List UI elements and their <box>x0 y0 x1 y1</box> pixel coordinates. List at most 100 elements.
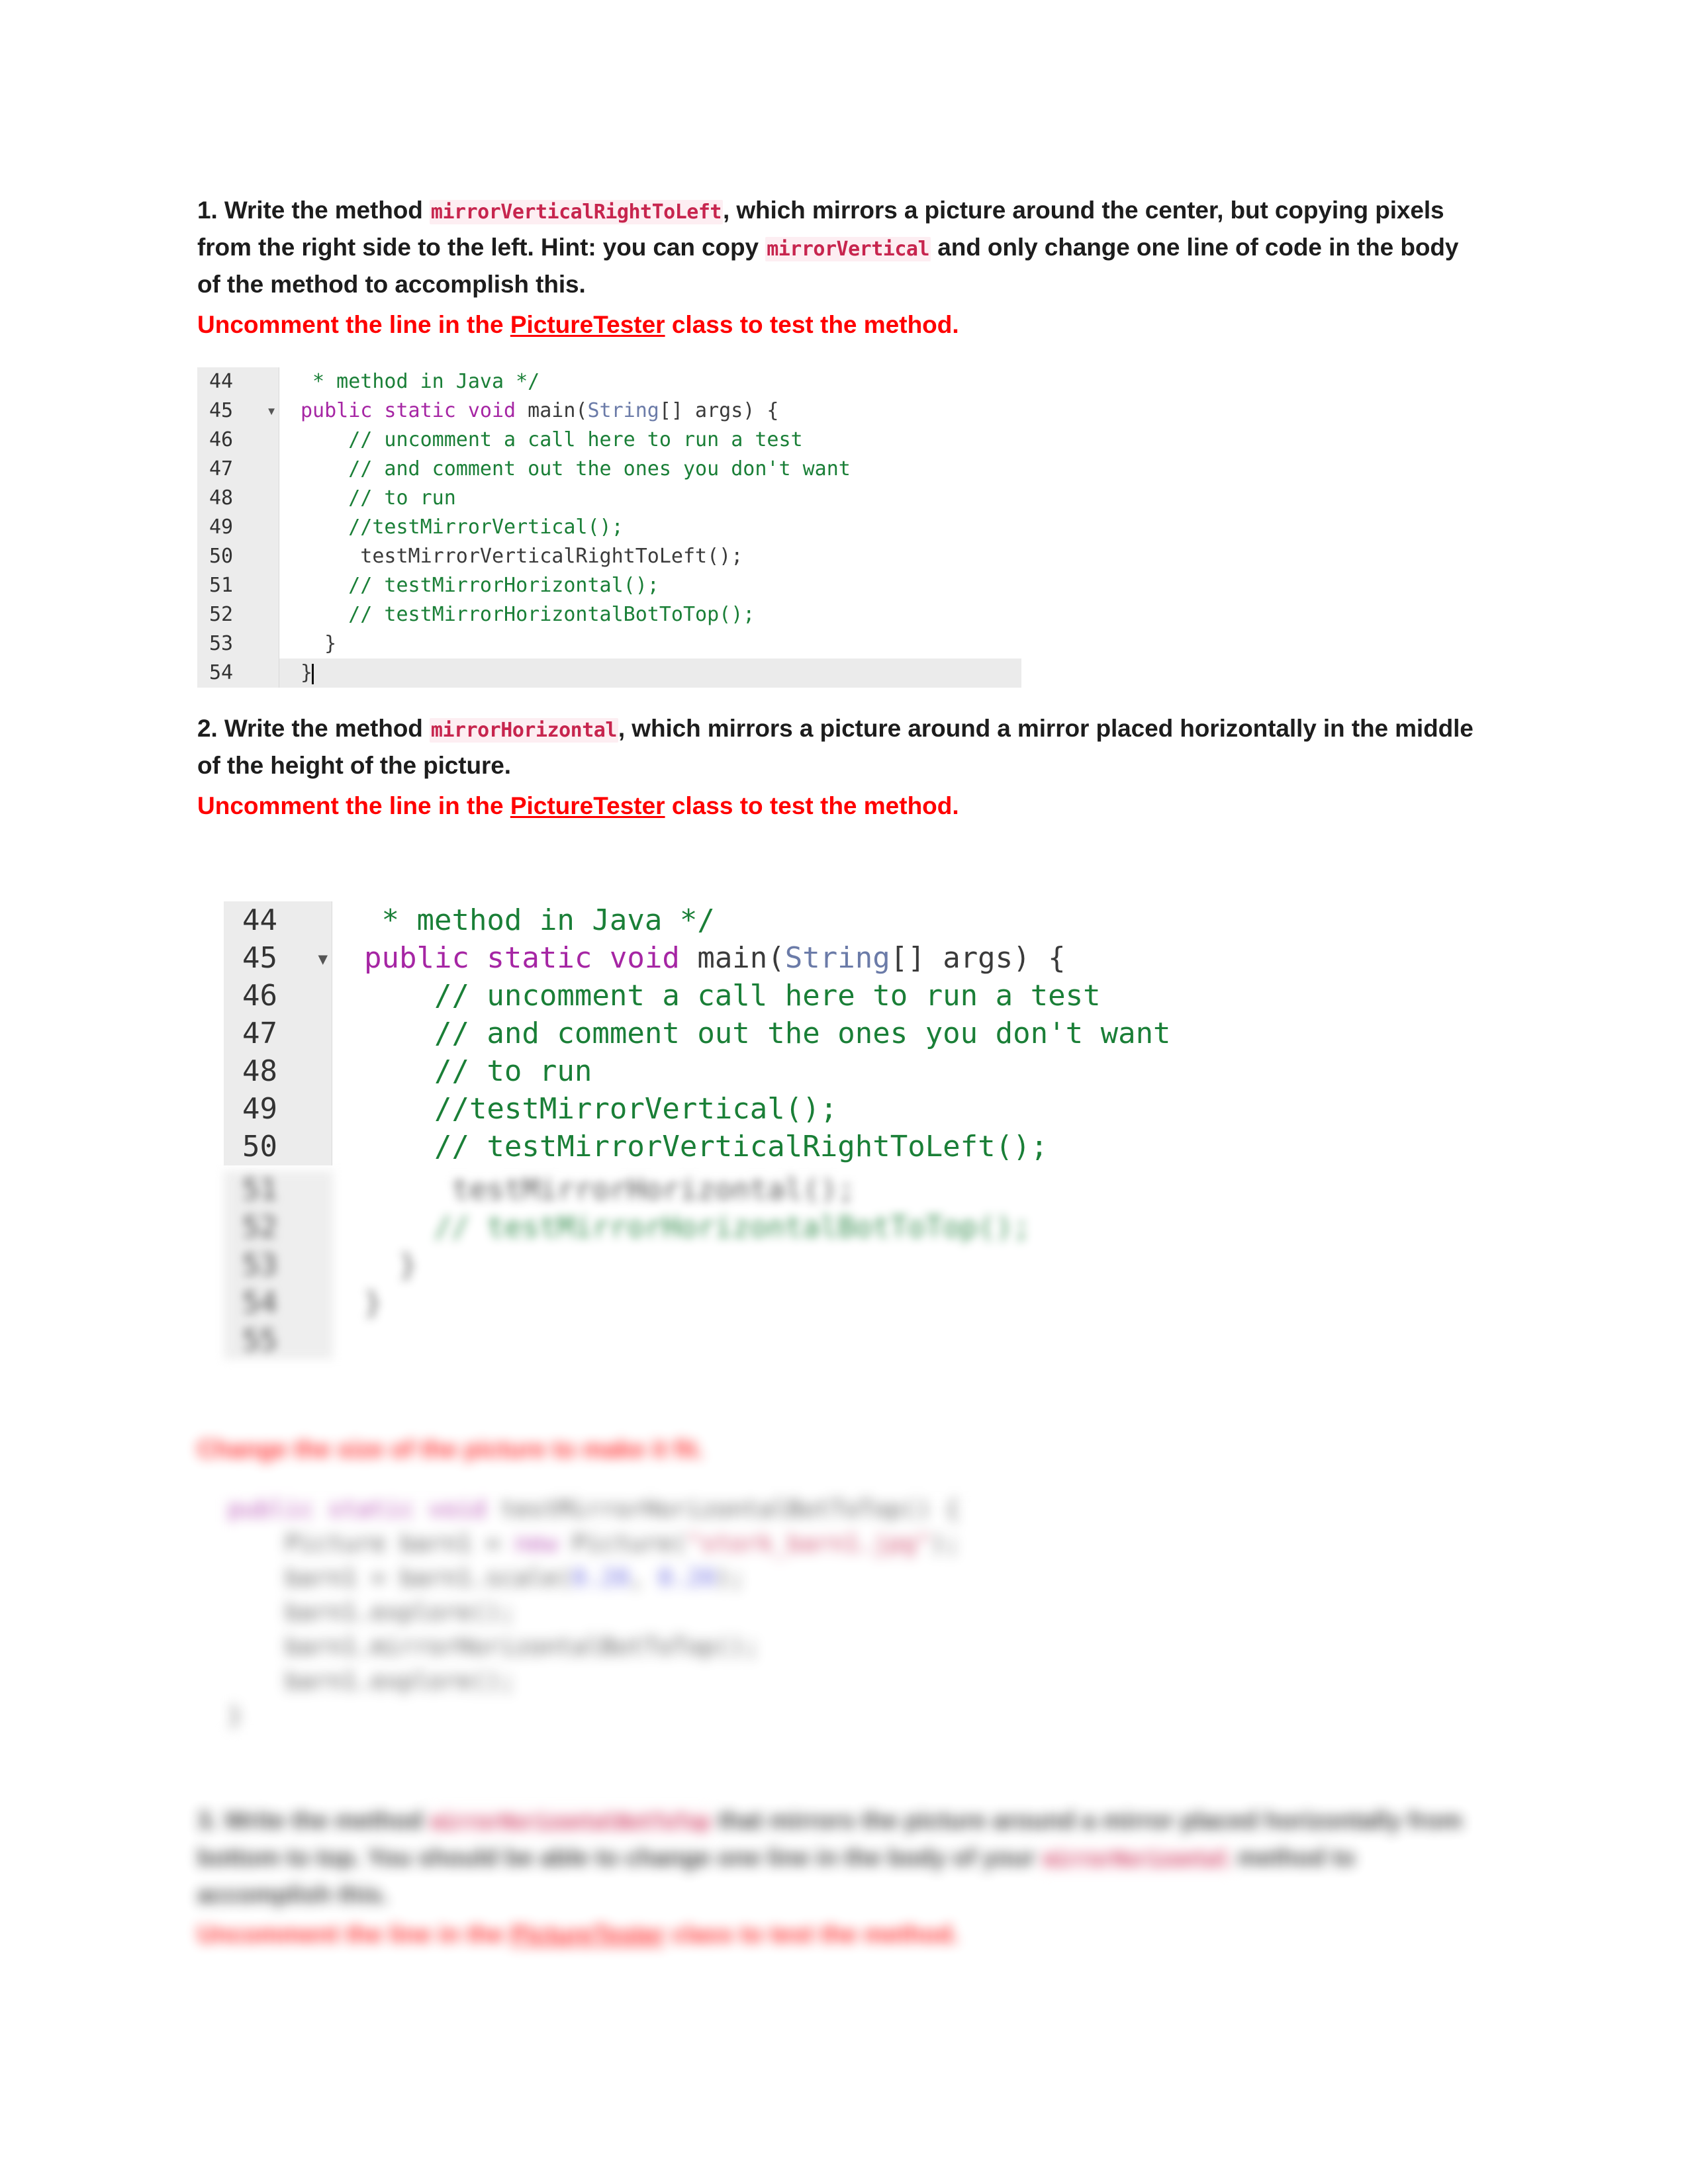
code-fold-chevron-down-icon[interactable]: ▼ <box>318 951 328 967</box>
line-number: 44 <box>224 901 332 940</box>
item-1-number: 1. <box>197 197 224 224</box>
code-line[interactable]: 54} <box>197 659 1021 688</box>
line-number: 47 <box>224 1015 332 1053</box>
line-number: 55 <box>224 1322 332 1360</box>
line-number: 47 <box>197 455 279 484</box>
indent-guide <box>332 1090 347 1128</box>
uncomment-note-2-before: Uncomment the line in the <box>197 792 510 819</box>
code-token: testMirrorHorizontalBotToTop() { <box>500 1495 960 1523</box>
code-line-text: } <box>289 659 1021 688</box>
code-line-text: barn1.mirrorHorizontalBotToTop(); <box>228 1630 1393 1664</box>
indent-guide <box>279 426 289 455</box>
code-line-text: // testMirrorHorizontalBotToTop(); <box>347 1208 1349 1246</box>
code-token: 0.20 <box>572 1564 630 1592</box>
code-line[interactable]: 45 ▼ public static void main(String[] args… <box>197 396 1021 426</box>
code-line[interactable]: 48 // to run <box>197 484 1021 514</box>
code-line-text: // uncomment a call here to run a test <box>289 426 1021 455</box>
code-token: new <box>514 1529 573 1557</box>
code-line[interactable]: 44 * method in Java */ <box>197 367 1021 397</box>
picture-tester-link-1[interactable]: PictureTester <box>510 311 665 338</box>
code-line[interactable]: 50 // testMirrorVerticalRightToLeft(); <box>224 1128 1349 1166</box>
code-line[interactable]: 51 // testMirrorHorizontal(); <box>197 571 1021 601</box>
code-line[interactable]: 49 //testMirrorVertical(); <box>197 513 1021 543</box>
indent-guide <box>279 396 289 426</box>
code-line[interactable]: 47 // and comment out the ones you don't… <box>197 455 1021 484</box>
blurred-region-resize-note: Change the size of the picture to make i… <box>197 1431 1475 1468</box>
code-token: } <box>228 1702 242 1729</box>
code-line[interactable]: 46 // uncomment a call here to run a tes… <box>197 426 1021 455</box>
code-line-text: // uncomment a call here to run a test <box>347 977 1349 1015</box>
code-token: , <box>629 1564 659 1592</box>
uncomment-note-2: Uncomment the line in the PictureTester … <box>197 788 1475 825</box>
code-token: // uncomment a call here to run a test <box>301 428 803 452</box>
code-line[interactable]: 54} <box>224 1284 1349 1322</box>
code-token: main( <box>528 399 588 423</box>
indent-guide <box>332 1015 347 1053</box>
code-line[interactable]: barn1.mirrorHorizontalBotToTop(); <box>228 1630 1393 1664</box>
picture-tester-link-3[interactable]: PictureTester <box>510 1921 665 1948</box>
indent-guide <box>332 939 347 978</box>
code-block-picture-tester-main-continued[interactable]: 51 testMirrorHorizontal(); 52 // testMirr… <box>224 1171 1349 1360</box>
indent-guide <box>279 455 289 484</box>
code-line[interactable]: 45 ▼ public static void main(String[] args… <box>224 939 1349 978</box>
code-token: testMirrorHorizontal(); <box>364 1173 855 1207</box>
code-line[interactable]: Picture barn1 = new Picture("stork_barn1… <box>228 1527 1393 1561</box>
code-line[interactable]: barn1.explore(); <box>228 1664 1393 1699</box>
code-block-picture-tester-main[interactable]: 44 * method in Java */45 ▼ public static v… <box>197 367 1021 688</box>
code-line[interactable]: 46 // uncomment a call here to run a tes… <box>224 977 1349 1015</box>
code-token: public static void <box>364 941 698 976</box>
line-number: 51 <box>197 571 279 601</box>
line-number: 44 <box>197 367 279 397</box>
code-line[interactable]: 48 // to run <box>224 1052 1349 1091</box>
line-number: 54 <box>224 1284 332 1322</box>
blurred-region-upper: 51 testMirrorHorizontal(); 52 // testMirr… <box>197 1171 1475 1360</box>
code-line[interactable]: barn1.explore(); <box>228 1596 1393 1630</box>
line-number: 49 <box>197 513 279 543</box>
code-line[interactable]: public static void testMirrorHorizontalB… <box>228 1492 1393 1527</box>
code-token: // testMirrorHorizontal(); <box>301 574 659 598</box>
indent-guide <box>332 1052 347 1091</box>
code-line[interactable]: } <box>228 1699 1393 1733</box>
code-token: // to run <box>364 1054 592 1089</box>
picture-tester-link-2[interactable]: PictureTester <box>510 792 665 819</box>
code-line[interactable]: 44 * method in Java */ <box>224 901 1349 940</box>
code-token: Picture( <box>572 1529 687 1557</box>
code-line[interactable]: 53 } <box>224 1246 1349 1285</box>
indent-guide <box>279 542 289 572</box>
code-fold-chevron-down-icon[interactable]: ▼ <box>268 406 275 418</box>
resize-picture-note: Change the size of the picture to make i… <box>197 1435 704 1463</box>
uncomment-note-3-after: class to test the method. <box>665 1921 959 1948</box>
code-block-picture-tester-main-zoomed[interactable]: 44 * method in Java */45 ▼ public static v… <box>224 901 1349 1166</box>
indent-guide <box>279 513 289 543</box>
line-number: 53 <box>224 1246 332 1285</box>
code-line-text: testMirrorVerticalRightToLeft(); <box>289 542 1021 571</box>
code-line[interactable]: 53 } <box>197 629 1021 659</box>
code-line[interactable]: barn1 = barn1.scale(0.20, 0.20); <box>228 1561 1393 1596</box>
line-number: 46 <box>197 426 279 455</box>
code-line[interactable]: 52 // testMirrorHorizontalBotToTop(); <box>197 600 1021 630</box>
code-line[interactable]: 49 //testMirrorVertical(); <box>224 1090 1349 1128</box>
code-token: } <box>364 1248 417 1283</box>
code-line[interactable]: 52 // testMirrorHorizontalBotToTop(); <box>224 1208 1349 1247</box>
code-line[interactable]: 50 testMirrorVerticalRightToLeft(); <box>197 542 1021 572</box>
inline-code-mirror-horizontal: mirrorHorizontal <box>429 718 618 743</box>
code-line-text: public static void testMirrorHorizontalB… <box>228 1492 1393 1527</box>
code-token: ); <box>931 1529 960 1557</box>
code-line[interactable]: 51 testMirrorHorizontal(); <box>224 1171 1349 1209</box>
code-token: 0.20 <box>658 1564 716 1592</box>
code-line[interactable]: 47 // and comment out the ones you don't… <box>224 1015 1349 1053</box>
code-line[interactable]: 55 <box>224 1322 1349 1360</box>
line-number: 45 ▼ <box>224 939 332 978</box>
document-content: 1. Write the method mirrorVerticalRightT… <box>197 192 1475 1978</box>
inline-code-mirror-vertical: mirrorVertical <box>765 237 931 262</box>
code-token: barn1.mirrorHorizontalBotToTop(); <box>228 1633 759 1661</box>
code-token: * method in Java */ <box>364 903 715 938</box>
line-number: 52 <box>197 600 279 630</box>
code-block-test-mirror-horizontal-bot-to-top[interactable]: public static void testMirrorHorizontalB… <box>228 1492 1393 1733</box>
code-token: public static void <box>228 1495 500 1523</box>
blurred-region-method-code: public static void testMirrorHorizontalB… <box>197 1492 1475 1733</box>
code-token: [] args) { <box>890 941 1066 976</box>
